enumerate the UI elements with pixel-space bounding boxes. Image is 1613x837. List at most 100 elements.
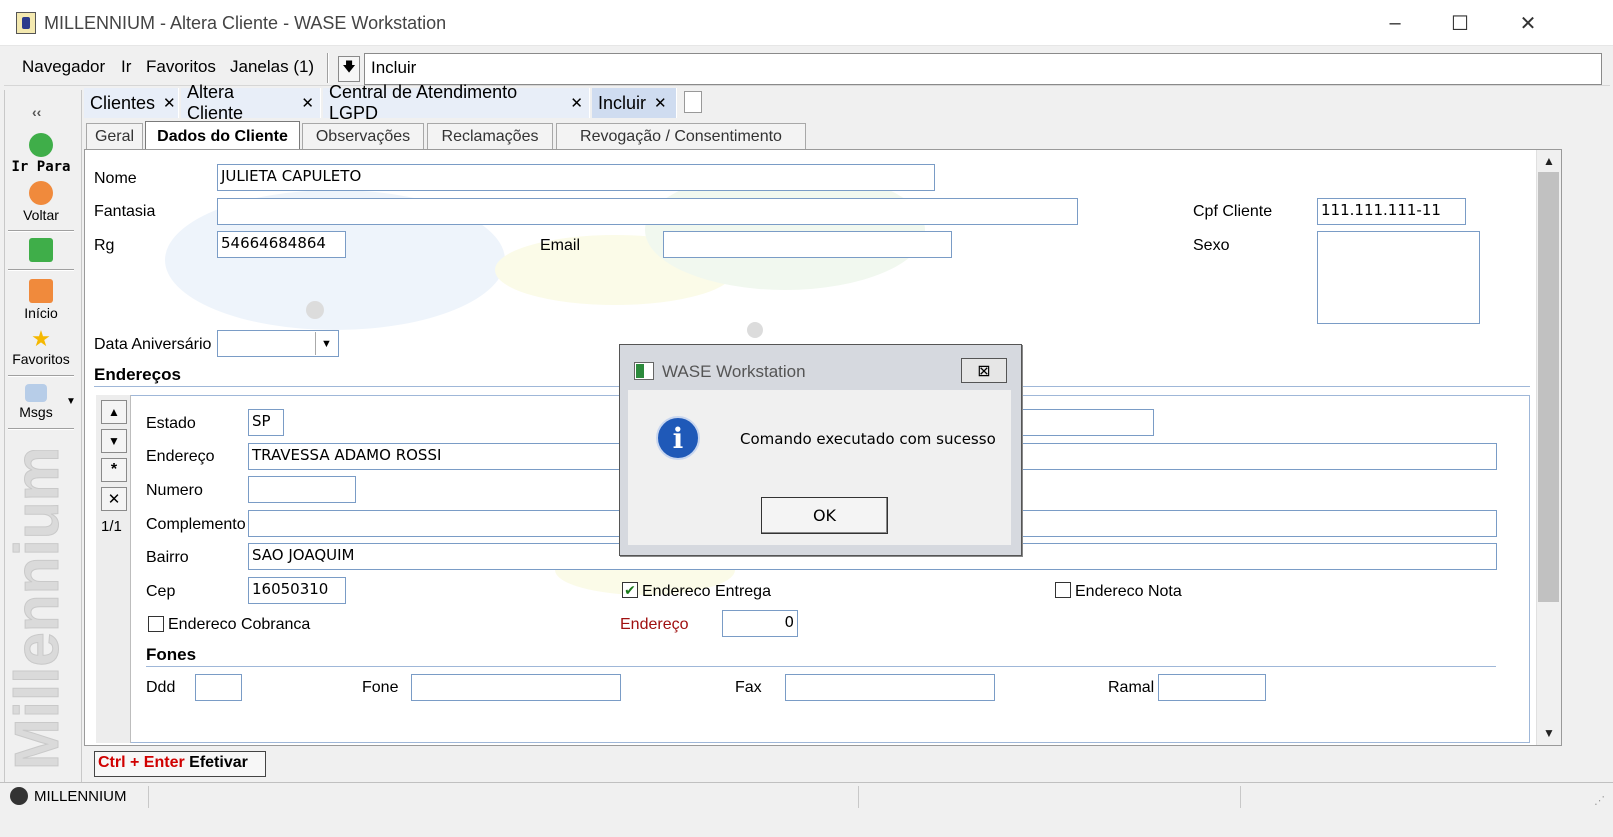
nav-voltar-button[interactable]: Voltar [5, 181, 77, 223]
efetivar-button[interactable]: Ctrl + Enter Efetivar [94, 751, 266, 777]
status-text: MILLENNIUM [34, 788, 127, 805]
estado-label: Estado [146, 415, 196, 432]
tab-clientes[interactable]: Clientes ✕ [84, 88, 179, 118]
arrow-right-icon [29, 133, 53, 157]
menu-navegador[interactable]: Navegador [22, 57, 105, 77]
endereco-entrega-checkbox[interactable]: ✔ [622, 582, 638, 598]
nome-label: Nome [94, 170, 137, 187]
resize-grip-icon[interactable]: ⋰ [1594, 794, 1605, 807]
fax-label: Fax [735, 679, 762, 696]
numero-field[interactable] [248, 476, 356, 503]
sexo-list[interactable] [1317, 231, 1480, 324]
tab-incluir[interactable]: Incluir ✕ [592, 88, 677, 118]
maximize-button[interactable]: ☐ [1425, 0, 1495, 46]
tab-central-atendimento-lgpd[interactable]: Central de Atendimento LGPD ✕ [323, 82, 590, 123]
chevron-down-icon[interactable]: ▼ [315, 332, 337, 355]
nav-label: Ir Para [11, 159, 71, 175]
email-field[interactable] [663, 231, 952, 258]
subtab-revogacao-consentimento[interactable]: Revogação / Consentimento [556, 123, 806, 150]
new-tab-icon[interactable] [684, 91, 702, 113]
current-action-field[interactable]: Incluir [364, 53, 1602, 85]
subtab-observacoes[interactable]: Observações [302, 123, 424, 150]
endereco-nota-label: Endereco Nota [1075, 583, 1182, 600]
menu-janelas[interactable]: Janelas (1) [230, 57, 314, 77]
minimize-button[interactable]: – [1360, 0, 1430, 46]
collapse-nav-icon[interactable]: ‹‹ [32, 104, 41, 120]
ramal-field[interactable] [1158, 674, 1266, 701]
fone-field[interactable] [411, 674, 621, 701]
cidade-field[interactable] [1020, 409, 1154, 436]
nav-refresh-button[interactable] [5, 238, 77, 264]
close-icon[interactable]: ✕ [570, 94, 583, 112]
tab-altera-cliente[interactable]: Altera Cliente ✕ [181, 82, 321, 123]
record-new-icon[interactable]: * [101, 458, 127, 482]
record-up-icon[interactable]: ▲ [101, 400, 127, 424]
fax-field[interactable] [785, 674, 995, 701]
nav-msgs-button[interactable]: Msgs [0, 384, 72, 420]
messages-icon [25, 384, 47, 402]
email-label: Email [540, 237, 581, 254]
arrow-left-icon [29, 181, 53, 205]
status-bar [0, 782, 1613, 810]
ddd-label: Ddd [146, 679, 176, 696]
fantasia-label: Fantasia [94, 203, 156, 220]
record-delete-icon[interactable]: ✕ [101, 487, 127, 511]
dialog-close-button[interactable]: ⊠ [961, 358, 1007, 383]
menu-separator [327, 53, 329, 83]
subtab-geral[interactable]: Geral [86, 123, 143, 150]
endereco-nota-checkbox[interactable] [1055, 582, 1071, 598]
nav-label: Início [24, 305, 58, 321]
fantasia-field[interactable] [217, 198, 1078, 225]
nav-separator [8, 230, 74, 232]
nav-separator [8, 269, 74, 271]
estado-field[interactable]: SP [248, 409, 284, 436]
scroll-up-icon[interactable]: ▲ [1540, 152, 1558, 170]
status-separator [148, 786, 149, 808]
nav-ir-para-button[interactable]: Ir Para [5, 133, 77, 175]
dialog-message: Comando executado com sucesso [740, 430, 996, 448]
rg-label: Rg [94, 237, 115, 254]
star-icon: ★ [31, 326, 51, 351]
msgs-dropdown-icon[interactable]: ▼ [66, 396, 76, 407]
nav-label: Favoritos [12, 351, 70, 367]
arrow-down-icon[interactable]: 🡇 [338, 56, 360, 82]
tab-label: Central de Atendimento LGPD [329, 82, 518, 123]
nome-field[interactable]: JULIETA CAPULETO [217, 164, 935, 191]
subtab-reclamacoes[interactable]: Reclamações [427, 123, 553, 150]
numero-label: Numero [146, 482, 203, 499]
dialog-ok-button[interactable]: OK [761, 497, 888, 534]
svg-text:Millennium: Millennium [8, 450, 72, 770]
close-icon[interactable]: ✕ [654, 94, 667, 112]
cep-label: Cep [146, 583, 176, 600]
ddd-field[interactable] [195, 674, 242, 701]
nav-inicio-button[interactable]: Início [5, 279, 77, 321]
tab-label: Clientes [90, 92, 156, 113]
user-icon [10, 787, 28, 805]
menu-favoritos[interactable]: Favoritos [146, 57, 216, 77]
rg-field[interactable]: 54664684864 [217, 231, 346, 258]
cpf-field[interactable]: 111.111.111-11 [1317, 198, 1466, 225]
record-down-icon[interactable]: ▼ [101, 429, 127, 453]
subtab-dados-do-cliente[interactable]: Dados do Cliente [145, 121, 300, 151]
home-icon [29, 279, 53, 303]
endereco-numero-field[interactable]: 0 [722, 610, 798, 637]
nav-label: Msgs [19, 404, 53, 420]
tab-label: Incluir [598, 92, 647, 113]
efetivar-label: Efetivar [189, 754, 248, 771]
record-position: 1/1 [101, 518, 122, 535]
fones-title: Fones [146, 645, 197, 664]
close-icon[interactable]: ✕ [301, 94, 314, 112]
nav-separator [8, 375, 74, 377]
endereco-cobranca-checkbox[interactable] [148, 616, 164, 632]
scroll-down-icon[interactable]: ▼ [1540, 724, 1558, 742]
scroll-thumb[interactable] [1538, 172, 1559, 602]
ramal-label: Ramal [1108, 679, 1155, 696]
data-aniversario-label: Data Aniversário [94, 336, 212, 353]
close-window-button[interactable]: ✕ [1493, 0, 1563, 46]
enderecos-title: Endereços [94, 365, 181, 384]
close-icon[interactable]: ✕ [163, 94, 176, 112]
menu-ir[interactable]: Ir [121, 57, 131, 77]
cep-field[interactable]: 16050310 [248, 577, 346, 604]
refresh-icon [29, 238, 53, 262]
nav-favoritos-button[interactable]: ★ Favoritos [5, 326, 77, 368]
